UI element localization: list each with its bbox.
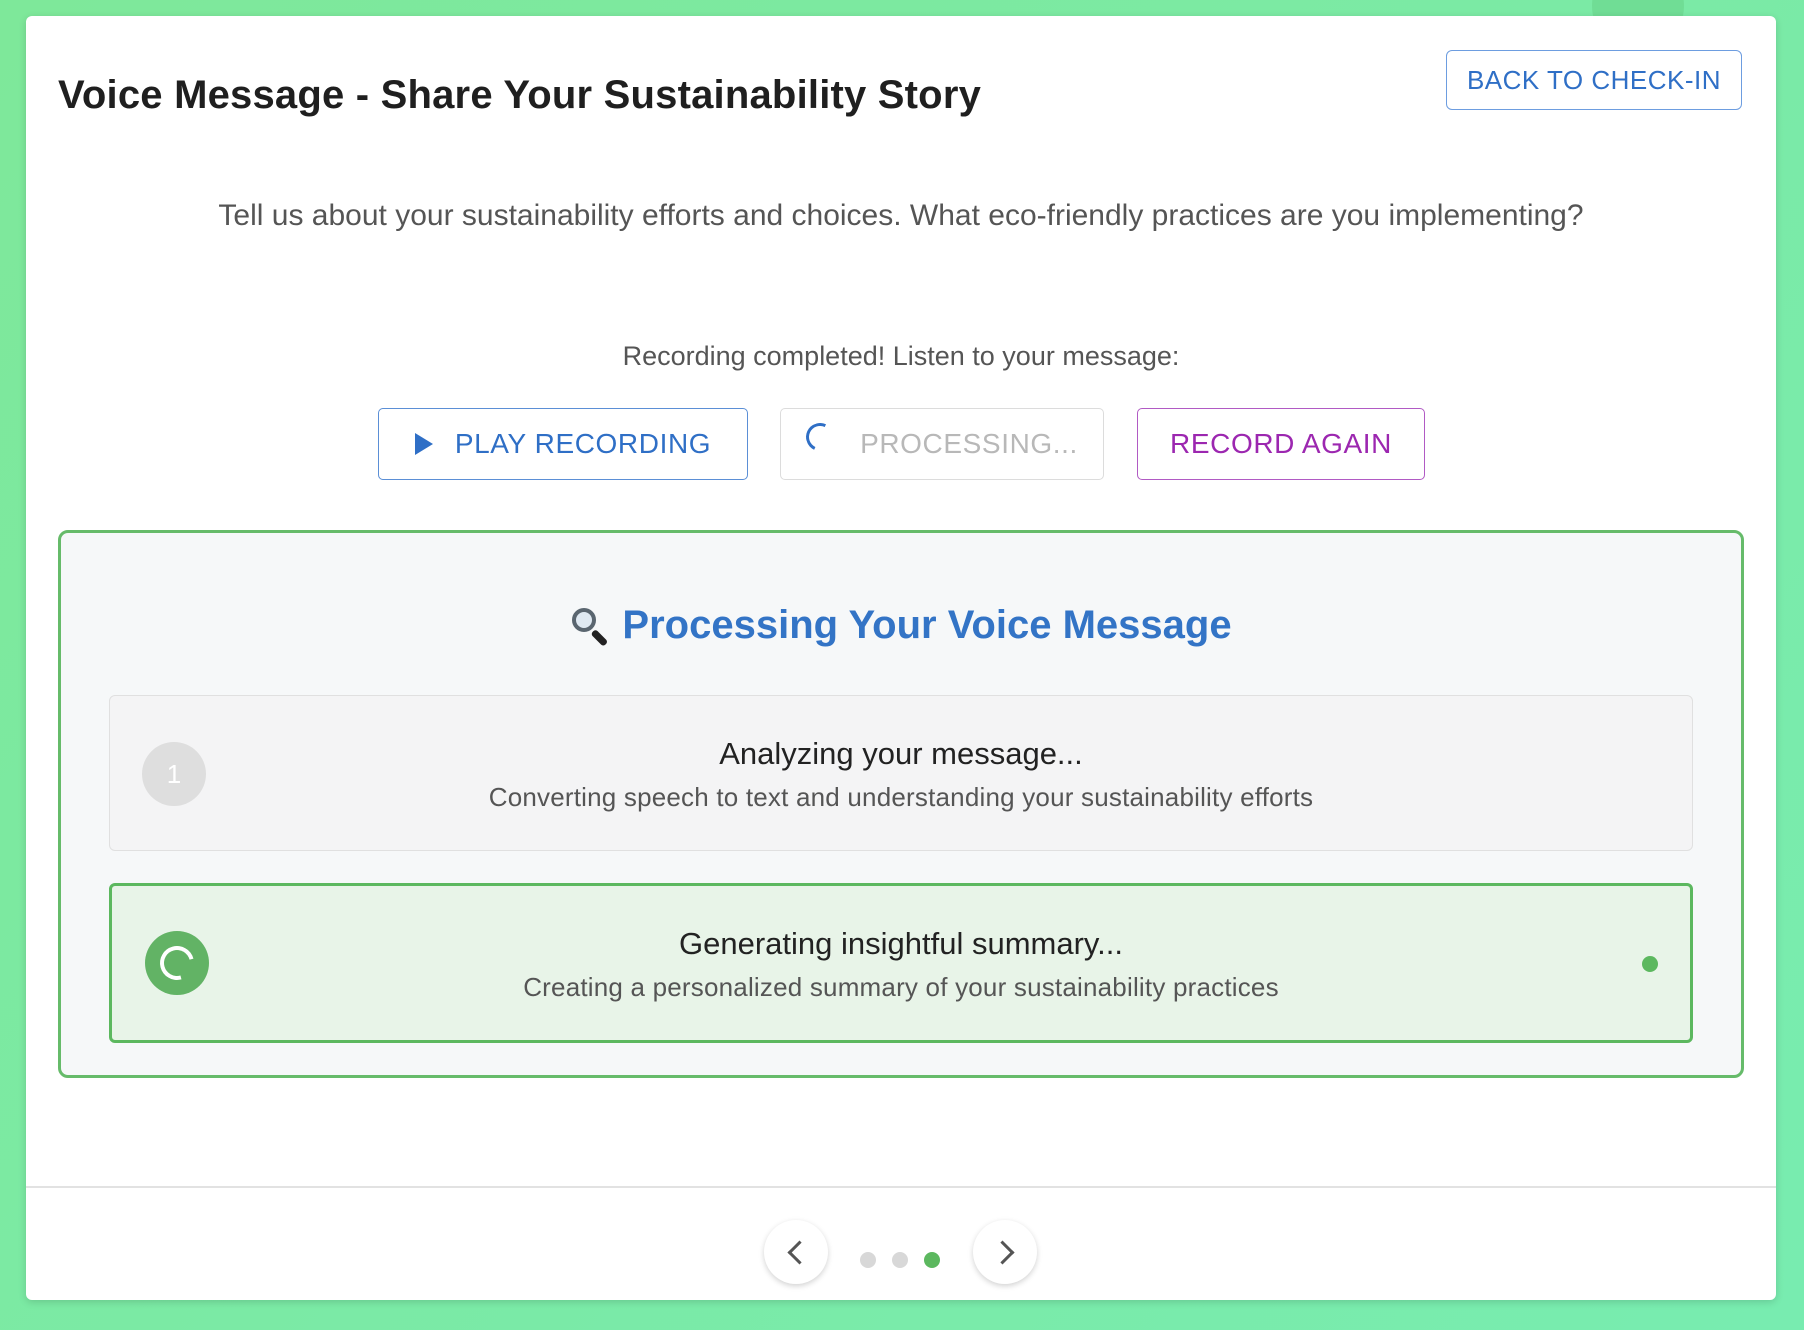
pagination-dot[interactable] [860,1252,876,1268]
record-again-button[interactable]: RECORD AGAIN [1137,408,1425,480]
recording-status-text: Recording completed! Listen to your mess… [622,341,1180,371]
processing-step-summary: Generating insightful summary... Creatin… [109,883,1693,1043]
step-title: Analyzing your message... [719,736,1083,771]
processing-button: PROCESSING... [780,408,1104,480]
step-subtitle: Converting speech to text and understand… [488,782,1314,812]
page-title: Voice Message - Share Your Sustainabilit… [58,73,982,117]
play-recording-button[interactable]: PLAY RECORDING [378,408,748,480]
prompt-text: Tell us about your sustainability effort… [218,199,1584,232]
processing-label: PROCESSING... [860,428,1078,459]
next-page-button[interactable] [973,1220,1037,1284]
footer-divider [26,1186,1776,1188]
back-to-check-in-button[interactable]: BACK TO CHECK-IN [1446,50,1742,110]
chevron-left-icon [786,1239,812,1265]
pagination-dots [860,1252,940,1268]
active-step-indicator [1642,956,1658,972]
step-subtitle: Creating a personalized summary of your … [523,972,1279,1002]
pagination-dot[interactable] [892,1252,908,1268]
chevron-right-icon [989,1239,1015,1265]
magnifying-glass-icon [570,606,610,647]
voice-message-card: Voice Message - Share Your Sustainabilit… [26,16,1776,1300]
pagination-dot-active[interactable] [924,1252,940,1268]
step-title: Generating insightful summary... [679,926,1123,961]
processing-title-text: Processing Your Voice Message [622,603,1232,647]
processing-step-analyze: 1 Analyzing your message... Converting s… [109,695,1693,851]
processing-panel: Processing Your Voice Message 1 Analyzin… [58,530,1744,1078]
previous-page-button[interactable] [764,1220,828,1284]
play-recording-label: PLAY RECORDING [454,428,712,459]
processing-title: Processing Your Voice Message [61,603,1741,648]
loading-spinner-icon [802,419,839,455]
play-icon [414,433,433,455]
